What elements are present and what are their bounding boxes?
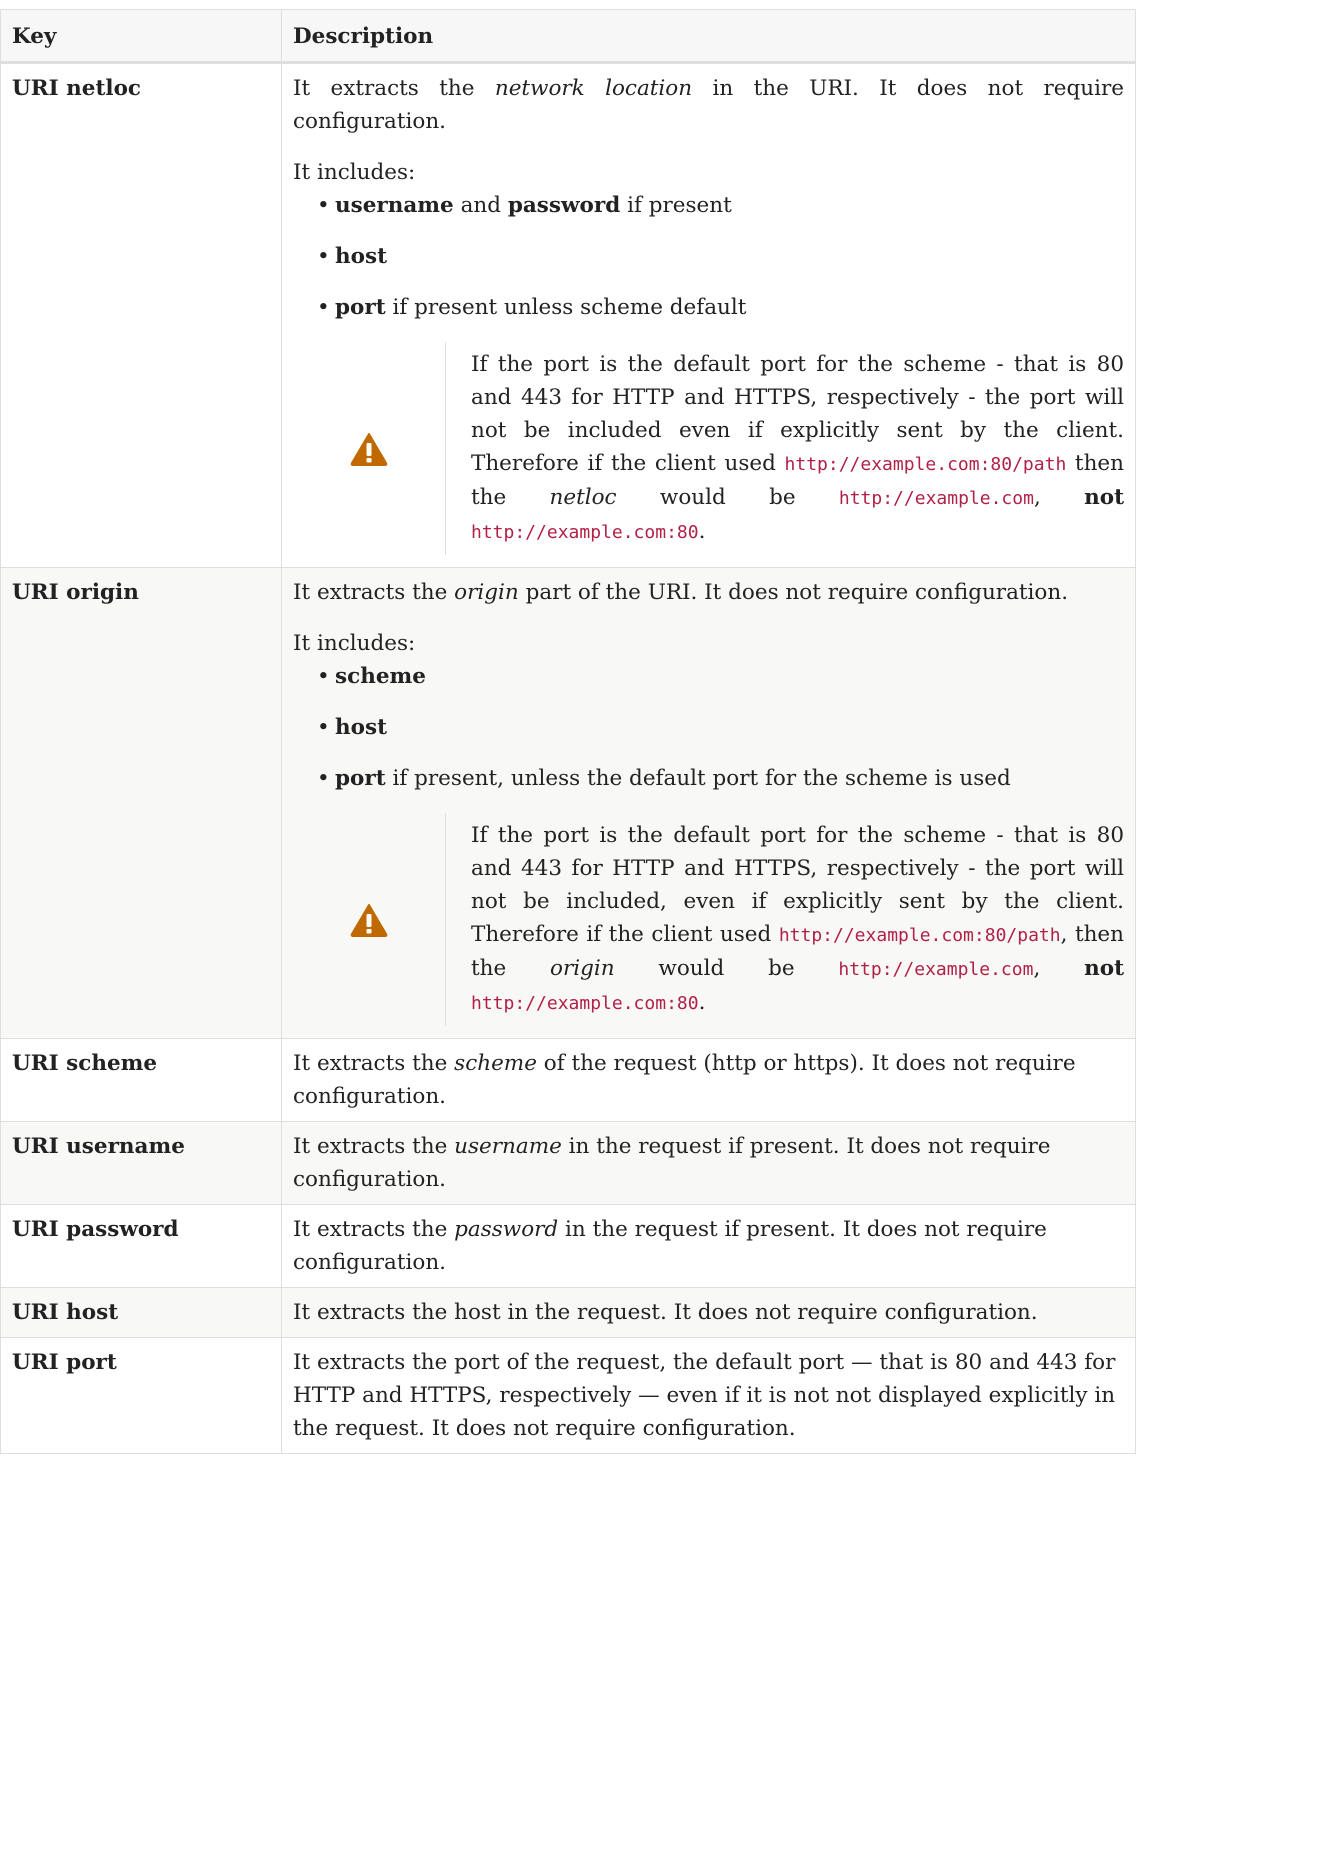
emphasis: origin <box>454 580 519 605</box>
emphasis: scheme <box>454 1051 537 1076</box>
table-row: URI scheme It extracts the scheme of the… <box>0 1038 1136 1122</box>
text: part of the URI. It does not require con… <box>518 580 1069 605</box>
bold-term: port <box>335 766 386 791</box>
admonition-icon-cell <box>293 813 446 1026</box>
list-item: host <box>317 240 1124 273</box>
description-cell: It extracts the password in the request … <box>281 1204 1136 1288</box>
admonition-icon-cell <box>293 342 446 555</box>
warning-triangle-icon <box>350 903 388 937</box>
description-paragraph: It extracts the scheme of the request (h… <box>293 1047 1124 1113</box>
emphasis: origin <box>550 956 615 981</box>
bold-term: not <box>1084 485 1125 510</box>
bold-term: username <box>335 193 454 218</box>
description-cell: It extracts the port of the request, the… <box>281 1337 1136 1454</box>
text: It extracts the <box>293 1217 455 1242</box>
table-row: URI netloc It extracts the network locat… <box>0 62 1136 568</box>
admonition-text: If the port is the default port for the … <box>446 813 1124 1026</box>
table-row: URI host It extracts the host in the req… <box>0 1287 1136 1338</box>
text: and <box>453 193 508 218</box>
text: would be <box>616 485 839 510</box>
key-cell: URI username <box>0 1121 282 1205</box>
code-snippet: http://example.com <box>838 488 1034 509</box>
emphasis: network location <box>494 76 693 101</box>
text: , <box>1033 956 1085 981</box>
key-cell: URI origin <box>0 567 282 1039</box>
code-snippet: http://example.com:80 <box>471 522 699 543</box>
table-row: URI username It extracts the username in… <box>0 1121 1136 1205</box>
warning-triangle-icon <box>350 432 388 466</box>
description-cell: It extracts the username in the request … <box>281 1121 1136 1205</box>
key-cell: URI port <box>0 1337 282 1454</box>
description-cell: It extracts the host in the request. It … <box>281 1287 1136 1338</box>
table-row: URI port It extracts the port of the req… <box>0 1337 1136 1454</box>
uri-keys-table: Key Description URI netloc It extracts t… <box>0 9 1136 1454</box>
key-cell: URI host <box>0 1287 282 1338</box>
text: would be <box>614 956 839 981</box>
text: if present unless scheme default <box>385 295 747 320</box>
table-header-row: Key Description <box>0 9 1136 64</box>
emphasis: username <box>454 1134 562 1159</box>
bold-term: password <box>507 193 621 218</box>
admonition-text: If the port is the default port for the … <box>446 342 1124 555</box>
list-item: username and password if present <box>317 189 1124 222</box>
list-item: host <box>317 711 1124 744</box>
key-cell: URI scheme <box>0 1038 282 1122</box>
emphasis: password <box>454 1217 559 1242</box>
bold-term: not <box>1084 956 1125 981</box>
text: It extracts the <box>293 1134 455 1159</box>
warning-admonition: If the port is the default port for the … <box>293 342 1124 555</box>
description-cell: It extracts the scheme of the request (h… <box>281 1038 1136 1122</box>
description-paragraph: It extracts the network location in the … <box>293 72 1124 138</box>
text: if present, unless the default port for … <box>385 766 1011 791</box>
warning-admonition: If the port is the default port for the … <box>293 813 1124 1026</box>
text: It extracts the <box>293 580 455 605</box>
description-cell: It extracts the network location in the … <box>281 62 1136 568</box>
description-paragraph: It extracts the password in the request … <box>293 1213 1124 1279</box>
bold-term: port <box>335 295 386 320</box>
includes-label: It includes: <box>293 160 416 185</box>
bold-term: host <box>335 715 388 740</box>
description-paragraph: It extracts the host in the request. It … <box>293 1300 1038 1325</box>
includes-list: scheme host port if present, unless the … <box>293 660 1124 795</box>
bold-term: scheme <box>335 664 426 689</box>
description-cell: It extracts the origin part of the URI. … <box>281 567 1136 1039</box>
header-description: Description <box>281 9 1136 64</box>
text: , <box>1033 485 1085 510</box>
header-key: Key <box>0 9 282 64</box>
text: . <box>698 519 706 544</box>
key-cell: URI netloc <box>0 62 282 568</box>
text: if present <box>620 193 732 218</box>
emphasis: netloc <box>549 485 617 510</box>
text: It extracts the <box>293 1051 455 1076</box>
key-cell: URI password <box>0 1204 282 1288</box>
description-paragraph: It extracts the origin part of the URI. … <box>293 576 1124 609</box>
includes-label: It includes: <box>293 631 416 656</box>
code-snippet: http://example.com:80/path <box>778 925 1061 946</box>
code-snippet: http://example.com:80 <box>471 993 699 1014</box>
code-snippet: http://example.com <box>838 959 1034 980</box>
code-snippet: http://example.com:80/path <box>784 454 1067 475</box>
text: It extracts the <box>293 76 495 101</box>
list-item: port if present, unless the default port… <box>317 762 1124 795</box>
description-paragraph: It extracts the port of the request, the… <box>293 1350 1116 1441</box>
list-item: scheme <box>317 660 1124 693</box>
table-row: URI password It extracts the password in… <box>0 1204 1136 1288</box>
list-item: port if present unless scheme default <box>317 291 1124 324</box>
description-paragraph: It extracts the username in the request … <box>293 1130 1124 1196</box>
includes-list: username and password if present host po… <box>293 189 1124 324</box>
table-row: URI origin It extracts the origin part o… <box>0 567 1136 1039</box>
bold-term: host <box>335 244 388 269</box>
text: . <box>698 990 706 1015</box>
